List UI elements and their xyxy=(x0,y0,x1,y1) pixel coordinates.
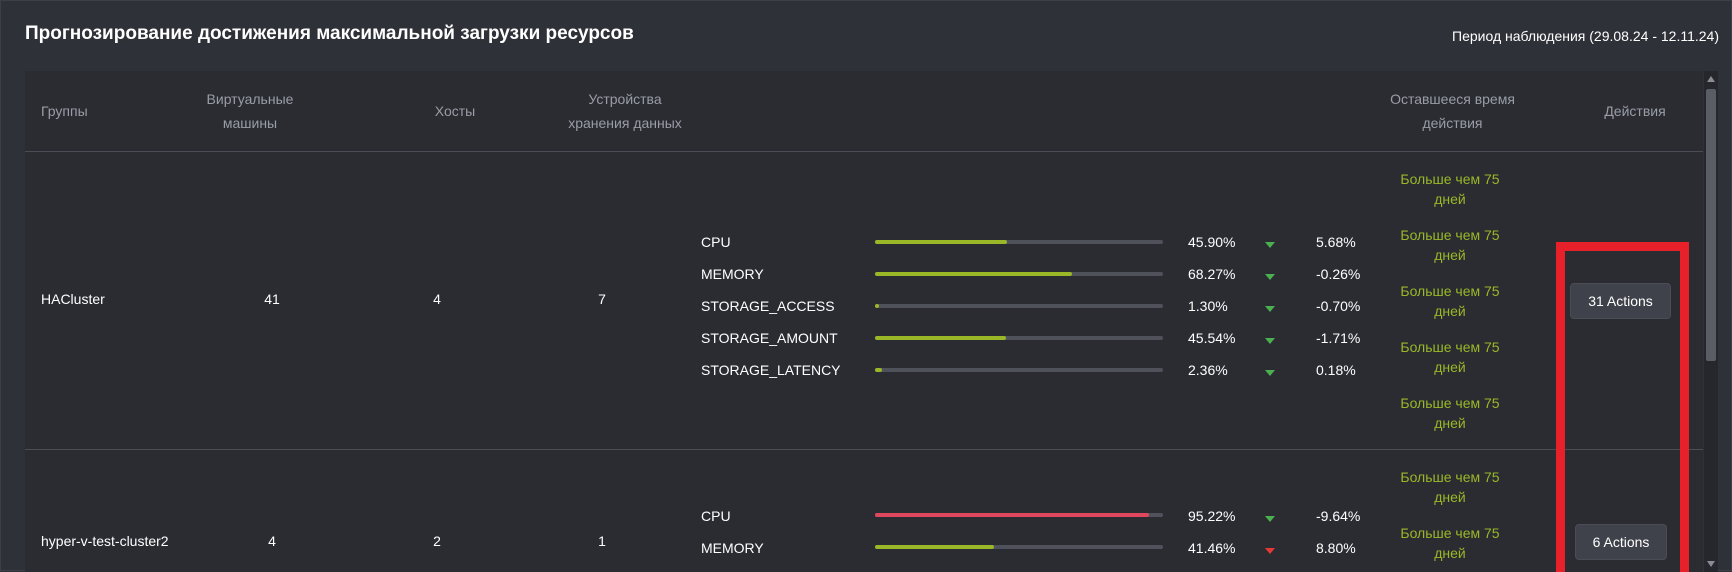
remaining-time: Больше чем 75 дней xyxy=(1400,283,1500,319)
metric-name: STORAGE_ACCESS xyxy=(701,298,835,314)
usage-bar xyxy=(875,304,1163,308)
usage-bar xyxy=(875,336,1163,340)
observation-period: Период наблюдения (29.08.24 - 12.11.24) xyxy=(1452,28,1719,44)
remaining-time: Больше чем 75 дней xyxy=(1400,395,1500,431)
trend-down-icon xyxy=(1265,274,1275,280)
forecast-table: Группы Виртуальные машины Хосты Устройств… xyxy=(25,71,1703,572)
usage-bar xyxy=(875,513,1163,517)
table-row[interactable]: HACluster 41 4 7 CPU 45.90% 5.68% MEMORY… xyxy=(25,152,1703,450)
remaining-time: Больше чем 75 дней xyxy=(1400,171,1500,207)
usage-percent: 41.46% xyxy=(1188,540,1236,556)
metric-name: CPU xyxy=(701,234,731,250)
column-hosts[interactable]: Хосты xyxy=(405,71,505,151)
usage-delta: -0.26% xyxy=(1316,266,1361,282)
usage-delta: 0.18% xyxy=(1316,362,1356,378)
trend-down-icon xyxy=(1265,242,1275,248)
column-storage[interactable]: Устройства хранения данных xyxy=(545,71,705,151)
metric-name: CPU xyxy=(701,508,731,524)
remaining-time: Больше чем 75 дней xyxy=(1400,469,1500,505)
host-count: 2 xyxy=(433,533,441,549)
usage-delta: -0.70% xyxy=(1316,298,1361,314)
column-remaining-time[interactable]: Оставшееся время действия xyxy=(1380,71,1525,151)
usage-percent: 68.27% xyxy=(1188,266,1236,282)
scroll-thumb[interactable] xyxy=(1706,89,1716,361)
remaining-time: Больше чем 75 дней xyxy=(1400,227,1500,263)
table-header: Группы Виртуальные машины Хосты Устройств… xyxy=(25,71,1703,152)
group-name: HACluster xyxy=(41,291,105,307)
usage-bar xyxy=(875,368,1163,372)
trend-down-icon xyxy=(1265,306,1275,312)
usage-delta: -1.71% xyxy=(1316,330,1361,346)
storage-count: 7 xyxy=(598,291,606,307)
metric-name: STORAGE_AMOUNT xyxy=(701,330,838,346)
usage-bar xyxy=(875,240,1163,244)
column-vms[interactable]: Виртуальные машины xyxy=(190,71,310,151)
usage-delta: 5.68% xyxy=(1316,234,1356,250)
page-title: Прогнозирование достижения максимальной … xyxy=(25,23,634,44)
scroll-down-icon[interactable] xyxy=(1707,561,1715,567)
vm-count: 4 xyxy=(268,533,276,549)
metric-name: MEMORY xyxy=(701,266,764,282)
actions-button[interactable]: 31 Actions xyxy=(1570,283,1671,319)
trend-down-icon xyxy=(1265,516,1275,522)
column-actions[interactable]: Действия xyxy=(1585,71,1685,151)
metric-name: STORAGE_LATENCY xyxy=(701,362,841,378)
usage-bar xyxy=(875,272,1163,276)
scroll-up-icon[interactable] xyxy=(1707,76,1715,82)
vertical-scrollbar[interactable] xyxy=(1704,71,1718,572)
trend-up-icon xyxy=(1265,548,1275,554)
usage-bar xyxy=(875,545,1163,549)
usage-percent: 1.30% xyxy=(1188,298,1228,314)
forecast-panel: Прогнозирование достижения максимальной … xyxy=(0,0,1732,572)
remaining-time: Больше чем 75 дней xyxy=(1400,525,1500,561)
metric-name: MEMORY xyxy=(701,540,764,556)
group-name: hyper-v-test-cluster2 xyxy=(41,533,169,549)
usage-delta: 8.80% xyxy=(1316,540,1356,556)
usage-percent: 2.36% xyxy=(1188,362,1228,378)
usage-percent: 95.22% xyxy=(1188,508,1236,524)
trend-down-icon xyxy=(1265,370,1275,376)
vm-count: 41 xyxy=(264,291,280,307)
usage-delta: -9.64% xyxy=(1316,508,1361,524)
actions-button[interactable]: 6 Actions xyxy=(1575,524,1667,560)
column-groups[interactable]: Группы xyxy=(41,71,161,151)
host-count: 4 xyxy=(433,291,441,307)
table-row[interactable]: hyper-v-test-cluster2 4 2 1 CPU 95.22% -… xyxy=(25,450,1703,572)
usage-percent: 45.54% xyxy=(1188,330,1236,346)
trend-down-icon xyxy=(1265,338,1275,344)
storage-count: 1 xyxy=(598,533,606,549)
usage-percent: 45.90% xyxy=(1188,234,1236,250)
remaining-time: Больше чем 75 дней xyxy=(1400,339,1500,375)
